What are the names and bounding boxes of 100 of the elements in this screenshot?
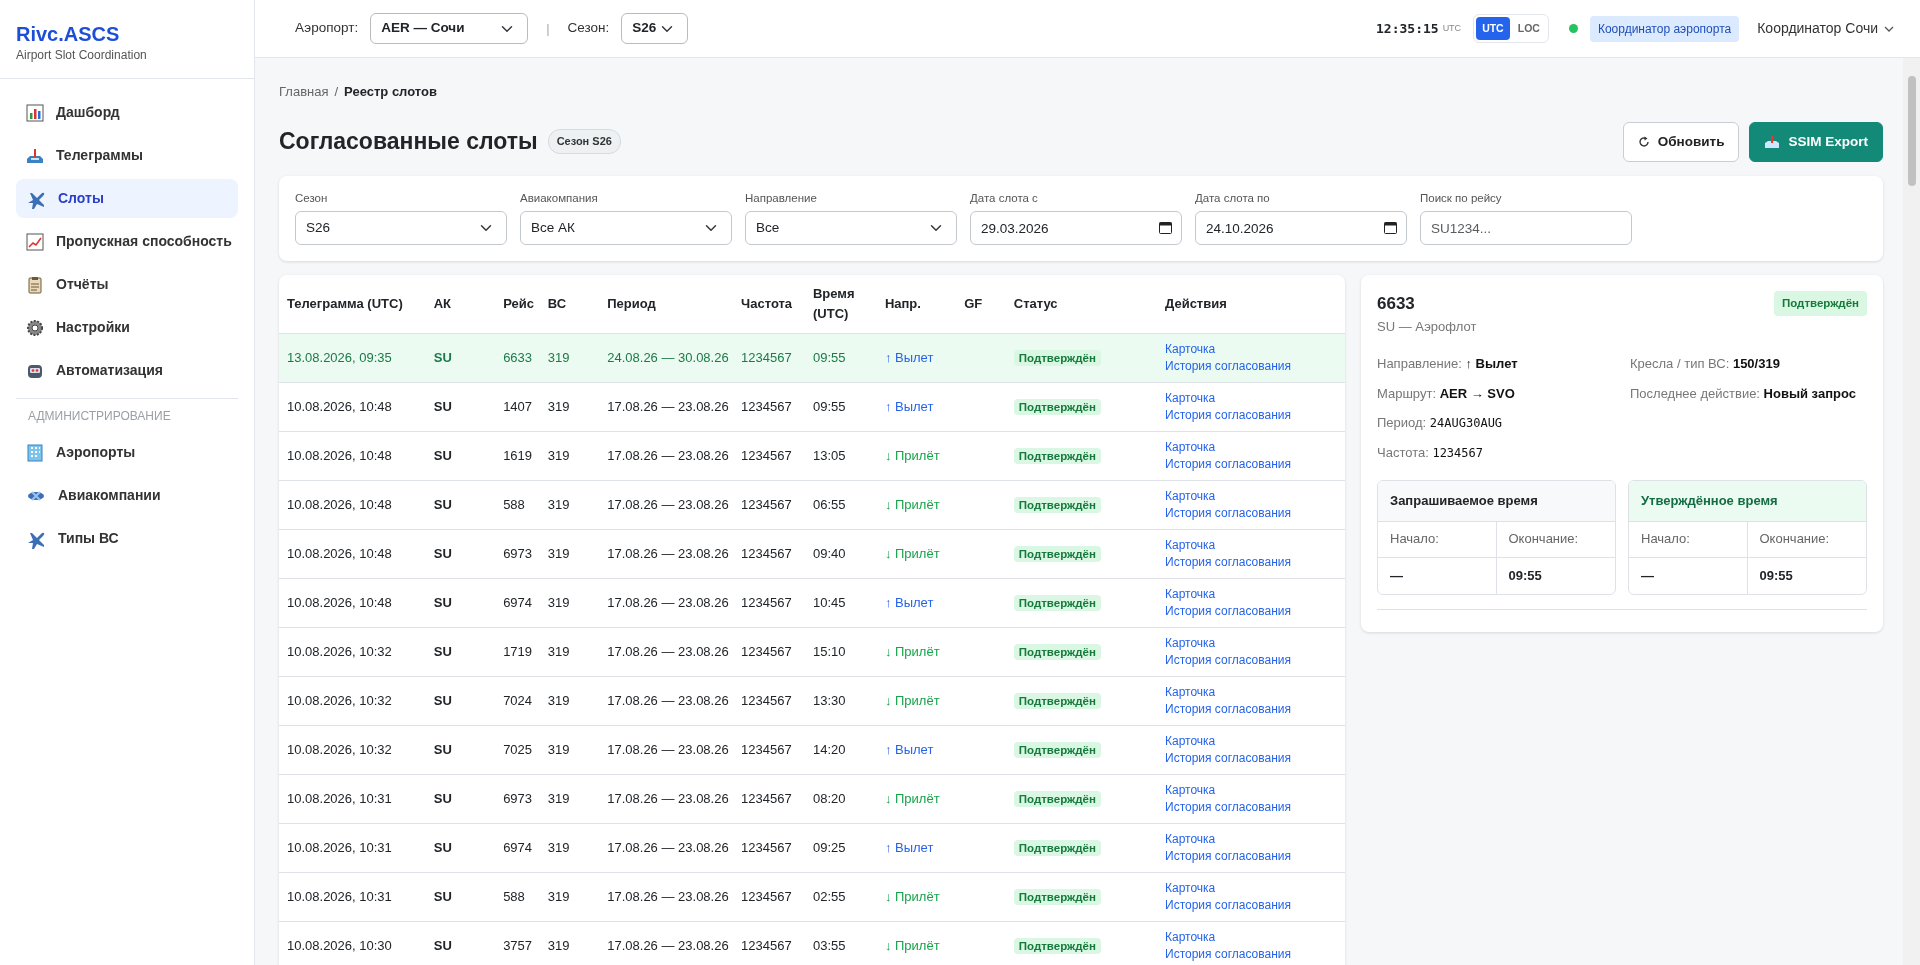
table-cell: 1234567 xyxy=(741,643,792,659)
table-cell: SU xyxy=(433,496,452,512)
export-button[interactable]: SSIM Export xyxy=(1749,121,1883,162)
refresh-button[interactable]: Обновить xyxy=(1622,121,1740,162)
filter-select[interactable]: Все xyxy=(745,211,957,245)
table-cell: 17.08.26 — 23.08.26 xyxy=(607,741,729,757)
action-link[interactable]: История согласования xyxy=(1165,504,1292,522)
table-cell: 7025 xyxy=(503,741,533,757)
column-header: Действия xyxy=(1159,275,1345,333)
search-field[interactable]: SU1234... xyxy=(1420,211,1632,245)
direction-label: ↓ Прилёт xyxy=(884,888,940,904)
table-row[interactable]: 10.08.2026, 10:48 SU 1619 319 17.08.26 — 23.08.26 1234567 13:05 ↓ Прилёт Подтверждён Карточка История согласования xyxy=(279,431,1345,480)
table-cell: 10.08.2026, 10:32 xyxy=(287,741,392,757)
table-cell: 09:25 xyxy=(813,839,846,855)
sidebar-item[interactable]: Настройки xyxy=(16,308,238,347)
time-mode-button[interactable]: UTC xyxy=(1476,16,1510,41)
action-link[interactable]: История согласования xyxy=(1165,357,1292,375)
table-row[interactable]: 10.08.2026, 10:30 SU 3757 319 17.08.26 — 23.08.26 1234567 03:55 ↓ Прилёт Подтверждён Карточка История согласования xyxy=(279,921,1345,965)
action-link[interactable]: Карточка xyxy=(1165,438,1216,456)
table-cell: — xyxy=(1378,557,1497,594)
action-link[interactable]: История согласования xyxy=(1165,798,1292,816)
field-label: Дата слота по xyxy=(1195,190,1271,206)
table-cell: 1234567 xyxy=(741,398,792,414)
action-link[interactable]: История согласования xyxy=(1165,847,1292,865)
action-link[interactable]: Карточка xyxy=(1165,781,1216,799)
status-badge: Подтверждён xyxy=(1013,790,1101,807)
breadcrumb-link[interactable]: Главная xyxy=(279,82,329,102)
table-cell: 17.08.26 — 23.08.26 xyxy=(607,594,729,610)
bar-chart-icon xyxy=(26,103,44,122)
table-row[interactable]: 10.08.2026, 10:31 SU 6974 319 17.08.26 — 23.08.26 1234567 09:25 ↑ Вылет Подтверждён Карточка История согласования xyxy=(279,823,1345,872)
action-link[interactable]: История согласования xyxy=(1165,896,1292,914)
action-link[interactable]: История согласования xyxy=(1165,406,1292,424)
timezone-label: UTC xyxy=(1442,21,1462,35)
status-badge: Подтверждён xyxy=(1013,545,1101,562)
sidebar-item[interactable]: Отчёты xyxy=(16,265,238,304)
date-field[interactable]: 24.10.2026 xyxy=(1195,211,1407,245)
sidebar-item[interactable]: Телеграммы xyxy=(16,136,238,175)
filter-select[interactable]: S26 xyxy=(295,211,507,245)
table-row[interactable]: 13.08.2026, 09:35 SU 6633 319 24.08.26 — 30.08.26 1234567 09:55 ↑ Вылет Подтверждён Карточка История согласования xyxy=(279,333,1345,382)
sidebar-item[interactable]: Пропускная способность xyxy=(16,222,238,261)
table-row[interactable]: 10.08.2026, 10:48 SU 6973 319 17.08.26 — 23.08.26 1234567 09:40 ↓ Прилёт Подтверждён Карточка История согласования xyxy=(279,529,1345,578)
action-link[interactable]: История согласования xyxy=(1165,700,1292,718)
table-cell: 319 xyxy=(547,937,570,953)
table-row[interactable]: 10.08.2026, 10:32 SU 1719 319 17.08.26 — 23.08.26 1234567 15:10 ↓ Прилёт Подтверждён Карточка История согласования xyxy=(279,627,1345,676)
table-row[interactable]: 10.08.2026, 10:48 SU 6974 319 17.08.26 — 23.08.26 1234567 10:45 ↑ Вылет Подтверждён Карточка История согласования xyxy=(279,578,1345,627)
table-cell: 1234567 xyxy=(741,594,792,610)
action-link[interactable]: Карточка xyxy=(1165,585,1216,603)
detail-field: Период: 24AUG30AUG xyxy=(1377,413,1614,433)
sidebar-item[interactable]: Аэропорты xyxy=(16,433,238,472)
column-header: Телеграмма (UTC) xyxy=(279,275,428,333)
direction-label: ↓ Прилёт xyxy=(884,643,940,659)
action-link[interactable]: Карточка xyxy=(1165,389,1216,407)
table-row[interactable]: 10.08.2026, 10:48 SU 1407 319 17.08.26 — 23.08.26 1234567 09:55 ↑ Вылет Подтверждён Карточка История согласования xyxy=(279,382,1345,431)
action-link[interactable]: Карточка xyxy=(1165,732,1216,750)
separator: | xyxy=(546,19,550,38)
action-link[interactable]: История согласования xyxy=(1165,651,1292,669)
sidebar-item[interactable]: Дашборд xyxy=(16,93,238,132)
action-link[interactable]: Карточка xyxy=(1165,487,1216,505)
table-cell: 03:55 xyxy=(813,937,846,953)
action-link[interactable]: Карточка xyxy=(1165,634,1216,652)
refresh-icon xyxy=(1637,135,1650,148)
table-cell: 588 xyxy=(503,496,525,512)
table-row[interactable]: 10.08.2026, 10:31 SU 588 319 17.08.26 — 23.08.26 1234567 02:55 ↓ Прилёт Подтверждён Карточка История согласования xyxy=(279,872,1345,921)
action-link[interactable]: Карточка xyxy=(1165,340,1216,358)
table-cell: SU xyxy=(433,839,452,855)
direction-label: ↓ Прилёт xyxy=(884,447,940,463)
action-link[interactable]: Карточка xyxy=(1165,928,1216,946)
breadcrumb-link[interactable]: Реестр слотов xyxy=(344,82,437,102)
table-row[interactable]: 10.08.2026, 10:32 SU 7024 319 17.08.26 — 23.08.26 1234567 13:30 ↓ Прилёт Подтверждён Карточка История согласования xyxy=(279,676,1345,725)
action-link[interactable]: Карточка xyxy=(1165,683,1216,701)
airport-select[interactable]: AER — Сочи xyxy=(370,13,529,44)
table-cell: 319 xyxy=(547,349,570,365)
table-cell: 1234567 xyxy=(741,839,792,855)
user-menu[interactable]: Координатор Сочи xyxy=(1751,17,1900,40)
action-link[interactable]: История согласования xyxy=(1165,945,1292,963)
table-cell: 17.08.26 — 23.08.26 xyxy=(607,643,729,659)
time-mode-button[interactable]: LOC xyxy=(1511,16,1546,41)
action-link[interactable]: Карточка xyxy=(1165,830,1216,848)
gear-icon xyxy=(26,318,44,337)
sidebar-item[interactable]: Типы ВС xyxy=(16,519,238,558)
column-header: Статус xyxy=(1007,275,1159,333)
table-row[interactable]: 10.08.2026, 10:31 SU 6973 319 17.08.26 — 23.08.26 1234567 08:20 ↓ Прилёт Подтверждён Карточка История согласования xyxy=(279,774,1345,823)
table-row[interactable]: 10.08.2026, 10:32 SU 7025 319 17.08.26 — 23.08.26 1234567 14:20 ↑ Вылет Подтверждён Карточка История согласования xyxy=(279,725,1345,774)
action-link[interactable]: Карточка xyxy=(1165,536,1216,554)
sidebar-item[interactable]: Слоты xyxy=(16,179,238,218)
action-link[interactable]: История согласования xyxy=(1165,553,1292,571)
table-row[interactable]: 10.08.2026, 10:48 SU 588 319 17.08.26 — 23.08.26 1234567 06:55 ↓ Прилёт Подтверждён Карточка История согласования xyxy=(279,480,1345,529)
date-field[interactable]: 29.03.2026 xyxy=(970,211,1182,245)
sidebar-item[interactable]: Авиакомпании xyxy=(16,476,238,515)
action-link[interactable]: История согласования xyxy=(1165,749,1292,767)
scrollbar[interactable] xyxy=(1903,58,1920,965)
action-link[interactable]: История согласования xyxy=(1165,455,1292,473)
season-select[interactable]: S26 xyxy=(621,13,689,44)
table-cell: Окончание: xyxy=(1747,521,1866,558)
table-cell: SU xyxy=(433,398,452,414)
sidebar-item[interactable]: Автоматизация xyxy=(16,351,238,390)
detail-field: Частота: 1234567 xyxy=(1377,442,1614,462)
action-link[interactable]: Карточка xyxy=(1165,879,1216,897)
action-link[interactable]: История согласования xyxy=(1165,602,1292,620)
filter-select[interactable]: Все АК xyxy=(520,211,732,245)
